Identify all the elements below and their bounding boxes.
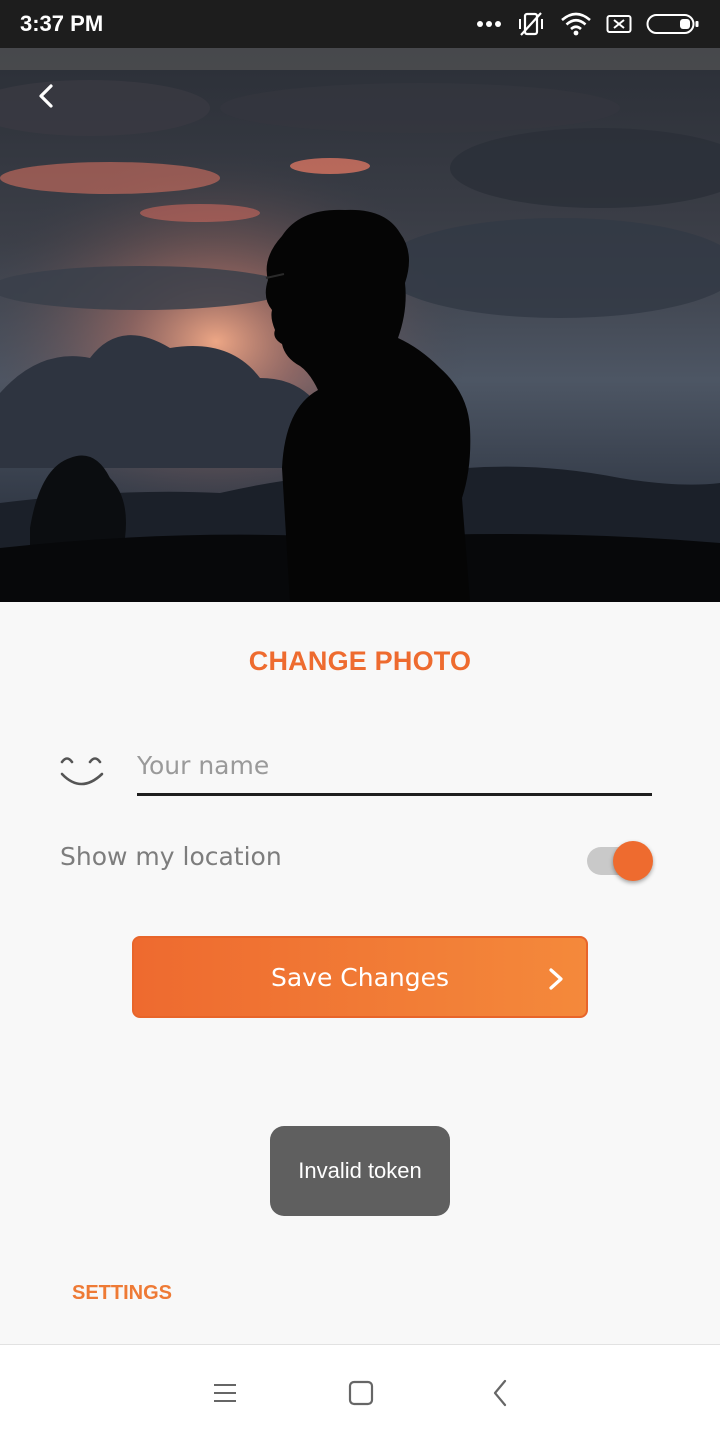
- home-square-icon: [348, 1380, 374, 1406]
- save-changes-button[interactable]: Save Changes: [132, 936, 588, 1018]
- wifi-icon: [561, 12, 591, 36]
- back-icon: [493, 1379, 507, 1407]
- vibrate-off-icon: [519, 12, 543, 36]
- toggle-thumb: [613, 841, 653, 881]
- chevron-left-icon: [39, 84, 53, 108]
- more-dots-icon: [477, 21, 501, 27]
- status-bar: 3:37 PM: [0, 0, 720, 48]
- nav-back-button[interactable]: [480, 1375, 520, 1411]
- status-time: 3:37 PM: [20, 11, 104, 36]
- smile-icon: [60, 757, 104, 786]
- toast-message: Invalid token: [298, 1158, 422, 1183]
- chevron-right-icon: [549, 968, 563, 990]
- edit-profile-screen: 3:37 PM CHANGE PHOTO Your name Show my l…: [0, 0, 720, 1440]
- toast: Invalid token: [270, 1126, 450, 1216]
- profile-photo: [0, 48, 720, 602]
- change-photo-button[interactable]: CHANGE PHOTO: [0, 646, 720, 677]
- status-icons: [476, 10, 700, 38]
- sim-missing-icon: [606, 15, 632, 33]
- show-location-toggle[interactable]: [587, 838, 655, 884]
- menu-button[interactable]: [205, 1375, 245, 1411]
- settings-link[interactable]: SETTINGS: [72, 1282, 172, 1305]
- menu-icon: [214, 1384, 236, 1402]
- home-button[interactable]: [341, 1375, 381, 1411]
- save-changes-label: Save Changes: [270, 962, 450, 992]
- back-button[interactable]: [26, 76, 66, 116]
- navigation-bar: [0, 1344, 720, 1440]
- name-input[interactable]: [137, 746, 652, 796]
- battery-icon: [646, 14, 699, 34]
- show-location-label: Show my location: [60, 842, 282, 871]
- profile-photo-image: [0, 48, 720, 602]
